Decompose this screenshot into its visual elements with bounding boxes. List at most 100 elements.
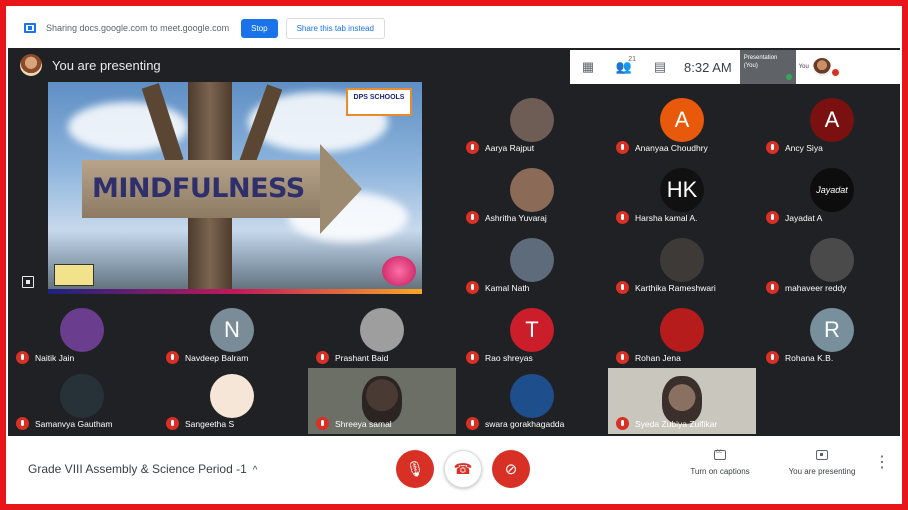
participant-tile[interactable]: HK Harsha kamal A.: [608, 162, 756, 228]
participant-name: Syeda Zubiya Zulfikar: [635, 418, 718, 429]
mic-muted-icon: [616, 417, 629, 430]
participant-tile[interactable]: T Rao shreyas: [458, 302, 606, 368]
mic-muted-icon: [166, 417, 179, 430]
participant-tile[interactable]: Karthika Rameshwari: [608, 232, 756, 298]
mic-muted-icon: [616, 211, 629, 224]
participant-name-row: Navdeep Balram: [166, 351, 248, 364]
participant-tile[interactable]: R Rohana K.B.: [758, 302, 900, 368]
participant-tile[interactable]: Shreeya samal: [308, 368, 456, 434]
participant-tile[interactable]: Naitik Jain: [8, 302, 156, 368]
signpost-arrow-tip: [320, 144, 362, 234]
layout-grid-icon[interactable]: ▦: [570, 50, 606, 84]
presenter-indicator: You are presenting: [20, 54, 161, 76]
hang-up-icon: ☎: [453, 461, 473, 478]
mic-muted-icon: [16, 351, 29, 364]
participant-tile[interactable]: Kamal Nath: [458, 232, 606, 298]
participant-tile[interactable]: Jayadat Jayadat A: [758, 162, 900, 228]
participant-tile[interactable]: Sangeetha S: [158, 368, 306, 434]
mic-muted-icon: [831, 68, 839, 76]
meeting-details-button[interactable]: Grade VIII Assembly & Science Period -1 ^: [28, 462, 257, 476]
participant-name: swara gorakhagadda: [485, 418, 565, 429]
self-thumbnail[interactable]: You: [796, 58, 839, 76]
school-logo: DPS SCHOOLS: [346, 88, 412, 116]
participant-name-row: Rao shreyas: [466, 351, 533, 364]
mic-muted-icon: [166, 351, 179, 364]
avatar: [510, 168, 554, 212]
avatar: [60, 308, 104, 352]
participant-name-row: Rohan Jena: [616, 351, 681, 364]
participant-tile[interactable]: Syeda Zubiya Zulfikar: [608, 368, 756, 434]
captions-button[interactable]: Turn on captions: [682, 449, 758, 476]
participant-name: Sangeetha S: [185, 418, 235, 429]
participant-tile[interactable]: Samanvya Gautham: [8, 368, 156, 434]
mic-muted-icon: [466, 141, 479, 154]
leave-call-button[interactable]: ☎: [444, 450, 482, 488]
mic-active-icon: [785, 74, 792, 80]
participant-name: Shreeya samal: [335, 418, 392, 429]
stop-sharing-button[interactable]: Stop: [241, 18, 278, 38]
participant-name-row: Harsha kamal A.: [616, 211, 697, 224]
captions-icon: [714, 449, 726, 460]
avatar: [810, 238, 854, 282]
participant-name-row: Naitik Jain: [16, 351, 74, 364]
participant-tile[interactable]: Rohan Jena: [608, 302, 756, 368]
participant-name: Kamal Nath: [485, 282, 530, 293]
avatar: [210, 374, 254, 418]
participant-name: mahaveer reddy: [785, 282, 847, 293]
avatar: R: [810, 308, 854, 352]
mic-muted-icon: [316, 417, 329, 430]
participant-name: Rohana K.B.: [785, 352, 834, 363]
avatar: [510, 98, 554, 142]
camera-off-icon: ⊘: [504, 461, 518, 478]
mic-muted-icon: [766, 211, 779, 224]
chevron-up-icon: ^: [252, 465, 258, 476]
present-screen-icon[interactable]: [22, 276, 34, 288]
captions-label: Turn on captions: [690, 467, 750, 476]
presenting-button[interactable]: You are presenting: [782, 450, 862, 476]
meeting-bottom-bar: Grade VIII Assembly & Science Period -1 ^…: [8, 436, 900, 502]
people-icon[interactable]: 👥 21: [606, 50, 642, 84]
participant-name-row: mahaveer reddy: [766, 281, 846, 294]
participant-tile[interactable]: Ashritha Yuvaraj: [458, 162, 606, 228]
participant-tile[interactable]: Prashant Baid: [308, 302, 456, 368]
share-this-tab-button[interactable]: Share this tab instead: [285, 17, 385, 39]
participant-name-row: Jayadat A: [766, 211, 822, 224]
participant-name: Prashant Baid: [335, 352, 389, 363]
avatar: HK: [660, 168, 704, 212]
mic-off-icon: 🎙: [405, 461, 425, 478]
participant-name: Naitik Jain: [35, 352, 75, 363]
participant-name-row: Ashritha Yuvaraj: [466, 211, 547, 224]
clock-time: 8:32 AM: [684, 59, 732, 75]
mic-muted-icon: [316, 351, 329, 364]
participant-tile[interactable]: N Navdeep Balram: [158, 302, 306, 368]
camera-off-button[interactable]: ⊘: [492, 450, 530, 488]
presenting-label: You are presenting: [52, 57, 161, 73]
slide-badge-left: [54, 264, 94, 286]
mic-muted-icon: [766, 141, 779, 154]
avatar: T: [510, 308, 554, 352]
participant-name-row: swara gorakhagadda: [466, 417, 564, 430]
participant-name-row: Ananyaa Choudhry: [616, 141, 708, 154]
avatar: [20, 54, 42, 76]
participant-name: Harsha kamal A.: [635, 212, 698, 223]
participant-name: Karthika Rameshwari: [635, 282, 716, 293]
more-options-icon[interactable]: ⋮: [874, 455, 890, 471]
participant-tile[interactable]: Aarya Rajput: [458, 92, 606, 158]
mic-off-button[interactable]: 🎙: [396, 450, 434, 488]
mic-muted-icon: [16, 417, 29, 430]
participant-tile[interactable]: swara gorakhagadda: [458, 368, 606, 434]
participant-name: Ananyaa Choudhry: [635, 142, 708, 153]
avatar: [660, 238, 704, 282]
sharing-message: Sharing docs.google.com to meet.google.c…: [46, 23, 230, 33]
participant-name-row: Syeda Zubiya Zulfikar: [616, 417, 717, 430]
mic-muted-icon: [466, 211, 479, 224]
participant-tile[interactable]: A Ancy Siya: [758, 92, 900, 158]
presentation-thumbnail[interactable]: Presentation (You): [739, 50, 796, 84]
participant-tile[interactable]: mahaveer reddy: [758, 232, 900, 298]
participant-tile[interactable]: A Ananyaa Choudhry: [608, 92, 756, 158]
participant-name-row: Sangeetha S: [166, 417, 234, 430]
participant-name-row: Karthika Rameshwari: [616, 281, 716, 294]
avatar: [60, 374, 104, 418]
chat-icon[interactable]: ▤: [642, 50, 678, 84]
participant-name-row: Prashant Baid: [316, 351, 388, 364]
